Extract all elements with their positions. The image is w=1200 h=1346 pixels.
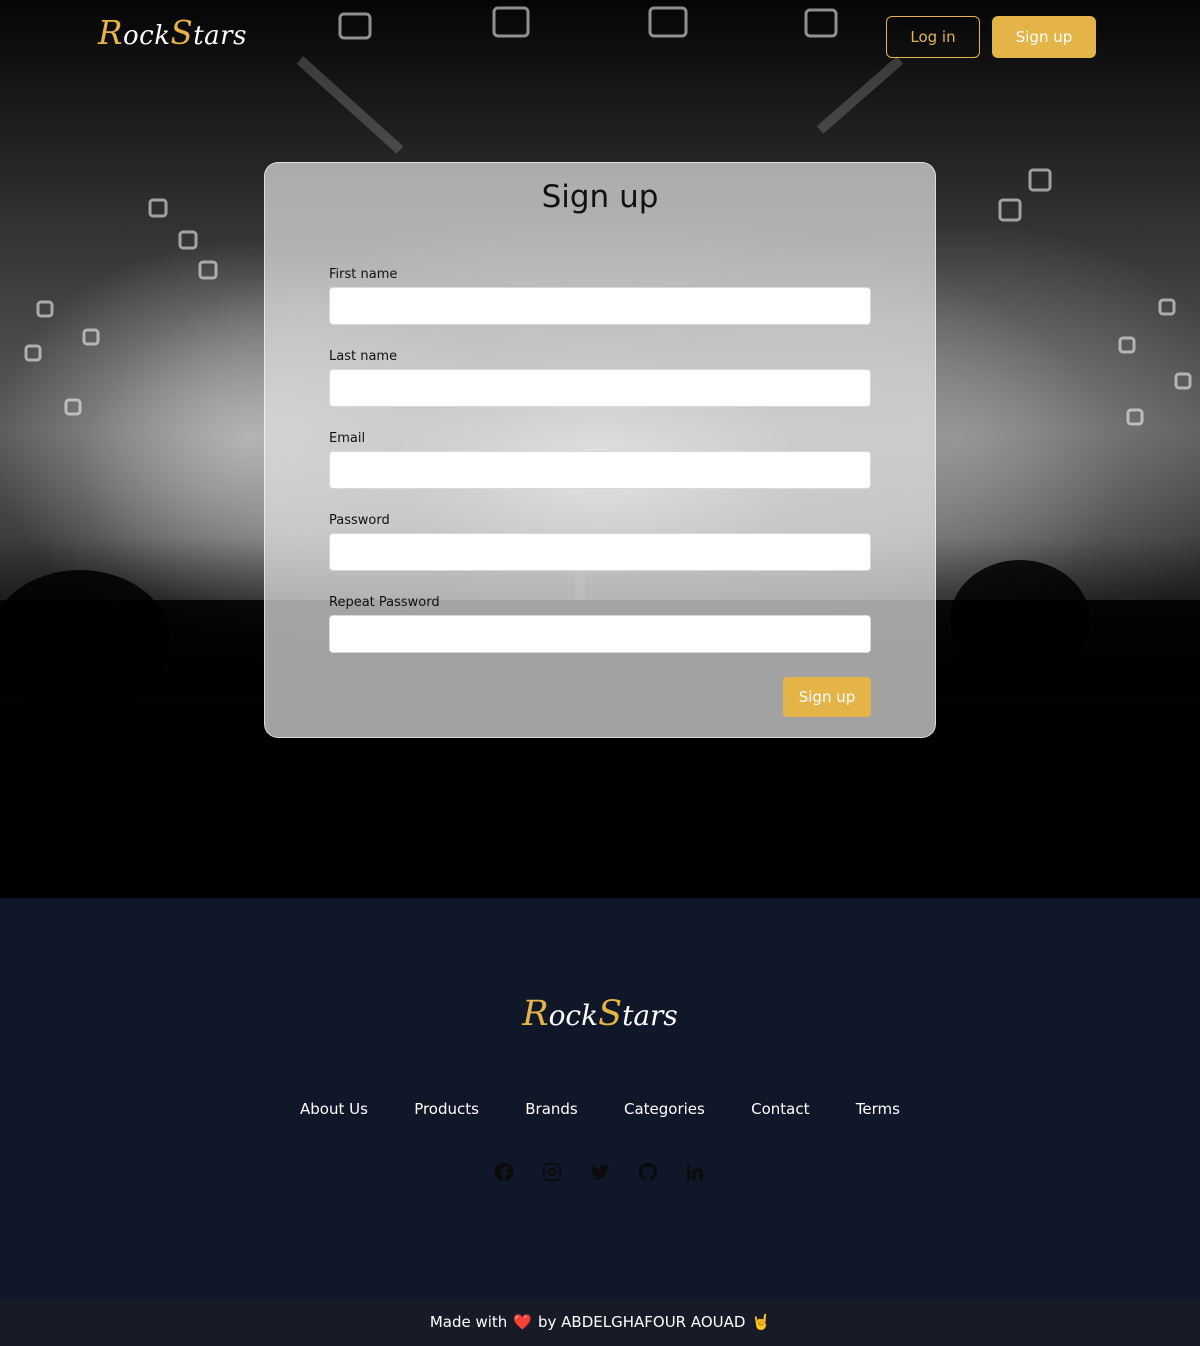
first-name-label: First name	[329, 267, 398, 282]
footer-link-contact[interactable]: Contact	[751, 1100, 809, 1118]
form-title: Sign up	[541, 179, 659, 215]
nav-signup-button[interactable]: Sign up	[992, 16, 1096, 58]
footer-logo-initial-s: S	[598, 994, 623, 1034]
footer-link-brands[interactable]: Brands	[525, 1100, 578, 1118]
heart-icon: ❤️	[513, 1313, 532, 1331]
email-input[interactable]	[329, 451, 871, 489]
signup-form: Sign up First name Last name Email Passw…	[264, 162, 936, 738]
credits-bar: Made with ❤️ by ABDELGHAFOUR AOUAD 🤘	[0, 1298, 1200, 1346]
footer-brand-logo[interactable]: RockStars	[0, 994, 1200, 1034]
last-name-label: Last name	[329, 349, 398, 364]
footer-link-about-us[interactable]: About Us	[300, 1100, 368, 1118]
credit-author: by ABDELGHAFOUR AOUAD	[538, 1313, 746, 1331]
footer-link-products[interactable]: Products	[414, 1100, 479, 1118]
footer-logo-text-tars: tars	[622, 999, 678, 1032]
credit-prefix: Made with	[429, 1313, 508, 1331]
password-group: Password	[329, 511, 871, 593]
repeat-password-group: Repeat Password	[329, 593, 871, 675]
rock-hand-icon: 🤘	[751, 1313, 771, 1331]
email-group: Email	[329, 429, 871, 511]
logo-text-ock: ock	[122, 21, 171, 51]
footer-link-terms[interactable]: Terms	[856, 1100, 900, 1118]
first-name-input[interactable]	[329, 287, 871, 325]
footer-logo-initial-r: R	[522, 994, 549, 1034]
github-icon[interactable]	[636, 1160, 660, 1184]
hero-section: RockStars Log in Sign up Sign up First n…	[0, 0, 1200, 898]
last-name-group: Last name	[329, 347, 871, 429]
footer-nav: About Us Products Brands Categories Cont…	[280, 1100, 920, 1118]
logo-text-tars: tars	[193, 21, 247, 51]
password-label: Password	[329, 513, 390, 528]
linkedin-icon[interactable]	[684, 1160, 708, 1184]
brand-logo[interactable]: RockStars	[98, 14, 247, 52]
site-footer: RockStars About Us Products Brands Categ…	[0, 898, 1200, 1298]
nav-actions: Log in Sign up	[886, 16, 1096, 58]
first-name-group: First name	[329, 265, 871, 347]
submit-row: Sign up	[329, 677, 871, 717]
login-button[interactable]: Log in	[886, 16, 980, 58]
footer-link-categories[interactable]: Categories	[624, 1100, 705, 1118]
twitter-icon[interactable]	[588, 1160, 612, 1184]
footer-logo-text-ock: ock	[548, 999, 599, 1032]
logo-initial-r: R	[98, 14, 123, 52]
form-fields: First name Last name Email Password Repe…	[329, 265, 871, 675]
last-name-input[interactable]	[329, 369, 871, 407]
instagram-icon[interactable]	[540, 1160, 564, 1184]
facebook-icon[interactable]	[492, 1160, 516, 1184]
social-links	[0, 1160, 1200, 1184]
email-label: Email	[329, 431, 366, 446]
repeat-password-label: Repeat Password	[329, 595, 440, 610]
logo-initial-s: S	[170, 14, 194, 52]
password-input[interactable]	[329, 533, 871, 571]
repeat-password-input[interactable]	[329, 615, 871, 653]
form-signup-button[interactable]: Sign up	[783, 677, 871, 717]
